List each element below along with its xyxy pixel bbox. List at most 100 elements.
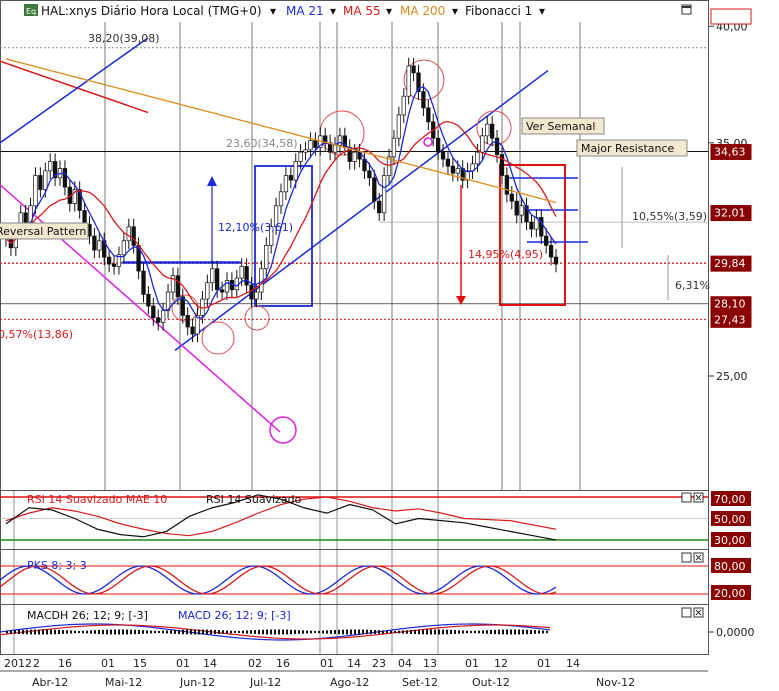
- macd-histogram-bar: [222, 630, 224, 634]
- ma21-legend[interactable]: MA 21: [286, 4, 324, 18]
- macd-histogram-bar: [342, 629, 344, 635]
- candle-body: [126, 226, 131, 242]
- macd-histogram-bar: [198, 629, 200, 635]
- candle-body: [440, 151, 446, 160]
- macd-histogram-bar: [278, 629, 280, 635]
- macd-histogram-bar: [398, 630, 400, 634]
- macd-histogram-bar: [442, 629, 444, 635]
- rsi-tick-70: 70,00: [714, 493, 746, 506]
- macd-histogram-bar: [130, 629, 132, 635]
- candle-body: [175, 275, 181, 298]
- candle-body: [509, 193, 514, 202]
- macd-legend[interactable]: MACD 26; 12; 9; [-3]: [178, 609, 291, 622]
- macd-histogram-bar: [538, 630, 540, 634]
- macd-histogram-bar: [78, 630, 80, 634]
- equity-badge-label: Eq: [26, 7, 36, 16]
- rsi-smoothed-mae-legend[interactable]: RSI 14 Suavizado MAE 10: [27, 493, 167, 506]
- price-tag-label: 29,84: [714, 257, 746, 270]
- pks-panel-buttons[interactable]: [681, 552, 704, 563]
- ma200-legend[interactable]: MA 200: [400, 4, 445, 18]
- macd-histogram-bar: [266, 629, 268, 635]
- macd-histogram-bar: [94, 630, 96, 634]
- macd-histogram-bar: [170, 630, 172, 634]
- macd-histogram-bar: [454, 630, 456, 634]
- macd-panel-buttons[interactable]: [681, 607, 704, 618]
- candle-body: [490, 123, 495, 139]
- ma21-dropdown-icon[interactable]: ▾: [330, 4, 336, 18]
- pattern-circle: [244, 305, 270, 331]
- candlesticks: [3, 57, 559, 343]
- ma55-dropdown-icon[interactable]: ▾: [386, 4, 392, 18]
- macd-histogram-bar: [330, 630, 332, 634]
- maximize-icon[interactable]: [681, 4, 692, 15]
- fibonacci-dropdown-icon[interactable]: ▾: [539, 4, 545, 18]
- macd-histogram-bar: [86, 630, 88, 634]
- macd-histogram-bar: [126, 629, 128, 635]
- macd-histogram-bar: [146, 630, 148, 634]
- macd-histogram-bar: [430, 629, 432, 635]
- macd-histogram-bar: [422, 629, 424, 635]
- pks-legend[interactable]: PKS 8; 3; 3: [27, 559, 87, 572]
- macd-histogram-bar: [218, 630, 220, 634]
- time-month-label: Jun-12: [179, 676, 215, 689]
- macd-histogram-bar: [298, 630, 300, 634]
- ma200-dropdown-icon[interactable]: ▾: [452, 4, 458, 18]
- macd-histogram-bar: [102, 629, 104, 635]
- price-tag-label: 32,01: [714, 207, 746, 220]
- macd-histogram-bar: [310, 630, 312, 634]
- macd-histogram-bar: [518, 629, 520, 635]
- macdh-legend[interactable]: MACDH 26; 12; 9; [-3]: [27, 609, 148, 622]
- macd-histogram-bar: [494, 629, 496, 635]
- macd-histogram-bar: [34, 629, 36, 635]
- candle-body: [131, 226, 136, 246]
- time-month-label: Jul-12: [249, 676, 281, 689]
- macd-histogram-bar: [250, 630, 252, 634]
- candle-body: [239, 266, 244, 279]
- macd-histogram-bar: [410, 630, 412, 634]
- macd-histogram-bar: [318, 630, 320, 634]
- candle-body: [293, 161, 298, 181]
- time-day-label: 14: [203, 657, 217, 670]
- symbol-dropdown-icon[interactable]: ▾: [270, 4, 276, 18]
- pattern-circle: [201, 321, 235, 355]
- macd-histogram-bar: [530, 629, 532, 635]
- candle-body: [352, 151, 357, 162]
- macd-histogram-bar: [302, 630, 304, 634]
- macd-histogram-bar: [142, 630, 144, 634]
- measure-1055-pct: 10,55%(3,59): [632, 210, 707, 223]
- macd-histogram-bar: [470, 630, 472, 634]
- candle-body: [219, 289, 225, 293]
- macd-histogram-bar: [478, 630, 480, 634]
- candle-body: [372, 177, 377, 202]
- macd-histogram-bar: [190, 629, 192, 635]
- candle-body: [48, 161, 53, 172]
- candle-body: [141, 270, 146, 295]
- macd-histogram-bar: [246, 630, 248, 634]
- candle-body: [288, 175, 293, 181]
- macd-histogram-bar: [354, 629, 356, 635]
- ma55-legend[interactable]: MA 55: [343, 4, 381, 18]
- macd-histogram-bar: [490, 629, 492, 635]
- macd-histogram-bar: [370, 629, 372, 635]
- price-tag-label: 28,10: [714, 298, 746, 311]
- candle-body: [160, 310, 166, 323]
- candle-body: [362, 158, 367, 172]
- candle-body: [485, 123, 490, 137]
- fibonacci-legend[interactable]: Fibonacci 1: [465, 4, 532, 18]
- measure-631-pct: 6,31%: [675, 279, 710, 292]
- macd-histogram-bar: [322, 630, 324, 634]
- macd-histogram-bar: [438, 629, 440, 635]
- macd-histogram-bar: [426, 629, 428, 635]
- candle-body: [445, 158, 451, 167]
- macd-histogram-bar: [446, 629, 448, 635]
- candle-body: [401, 95, 406, 116]
- candle-body: [332, 144, 338, 153]
- reversal-pattern-label: Reversal Pattern: [0, 225, 86, 238]
- ma200-line: [5, 58, 557, 204]
- macd-histogram-bar: [74, 630, 76, 634]
- symbol-title[interactable]: HAL:xnys Diário Hora Local (TMG+0): [41, 4, 262, 18]
- macd-histogram-bar: [406, 630, 408, 634]
- time-day-label: 14: [347, 657, 361, 670]
- pink-circle: [269, 416, 297, 444]
- rsi-smoothed-legend[interactable]: RSI 14 Suavizado: [206, 493, 302, 506]
